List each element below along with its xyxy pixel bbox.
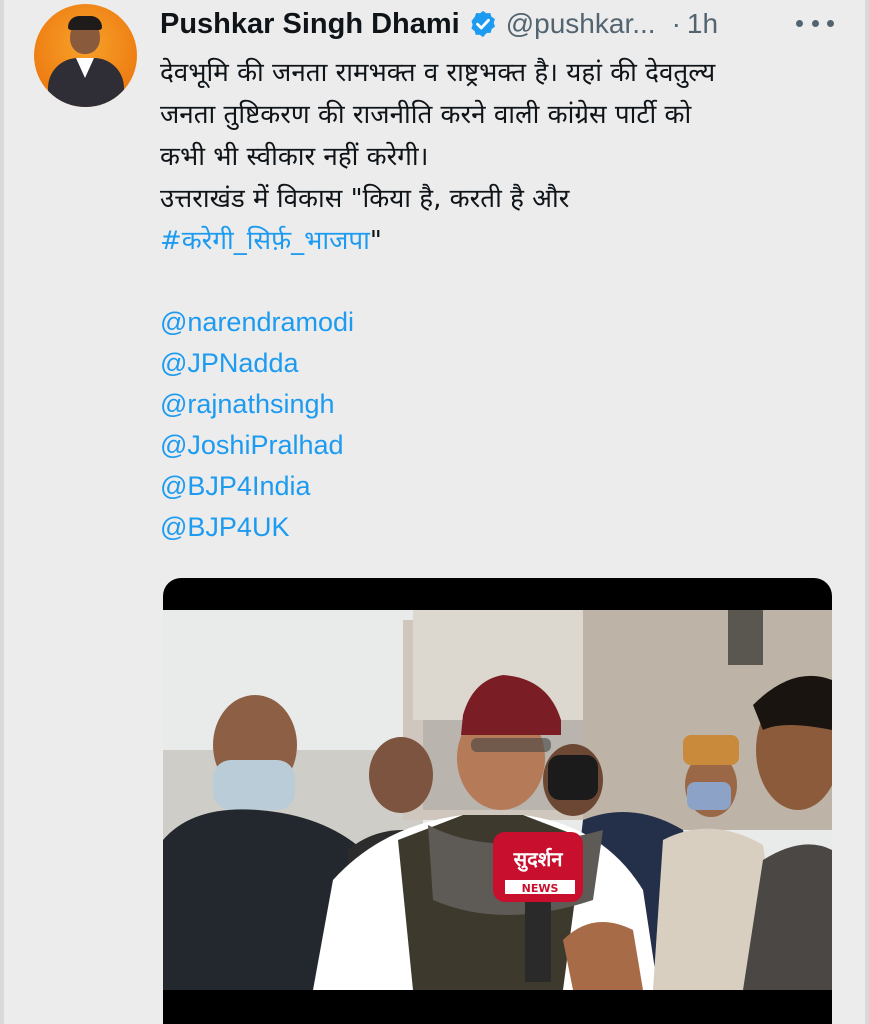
mention-link[interactable]: @narendramodi	[160, 302, 354, 343]
media-photo: सुदर्शन NEWS	[163, 610, 832, 990]
screen-border-right	[865, 0, 869, 1024]
more-dot	[811, 19, 819, 27]
hashtag-link[interactable]: #करेगी_सिर्फ़_भाजपा	[160, 226, 370, 256]
mention-link[interactable]: @BJP4India	[160, 466, 354, 507]
author-display-name[interactable]: Pushkar Singh Dhami	[160, 8, 460, 41]
tweet-media[interactable]: सुदर्शन NEWS	[163, 578, 832, 1024]
mention-link[interactable]: @JPNadda	[160, 343, 354, 384]
mic-sub-text: NEWS	[522, 882, 559, 895]
mention-link[interactable]: @rajnathsingh	[160, 384, 354, 425]
mic-brand-text: सुदर्शन	[513, 847, 564, 872]
verified-badge-icon[interactable]	[468, 9, 498, 39]
mentions-list: @narendramodi @JPNadda @rajnathsingh @Jo…	[160, 302, 354, 548]
tweet-header: Pushkar Singh Dhami @pushkar... · 1h	[160, 4, 718, 44]
author-handle[interactable]: @pushkar...	[506, 8, 656, 40]
tweet-text-line: जनता तुष्टिकरण की राजनीति करने वाली कांग…	[160, 100, 692, 130]
tweet-text-line: देवभूमि की जनता रामभक्त व राष्ट्रभक्त है…	[160, 58, 716, 88]
more-dot	[796, 19, 803, 27]
author-avatar[interactable]	[34, 4, 137, 107]
tweet-text-line: उत्तराखंड में विकास "किया है, करती है और	[160, 184, 570, 214]
more-dot	[827, 19, 834, 27]
avatar-hair	[68, 16, 102, 30]
tweet-text-line-hashtag: #करेगी_सिर्फ़_भाजपा"	[160, 220, 820, 262]
tweet-text-line: कभी भी स्वीकार नहीं करेगी।	[160, 142, 429, 172]
tweet-timestamp[interactable]: 1h	[687, 8, 718, 40]
more-options-icon[interactable]	[796, 14, 834, 32]
tweet-body: देवभूमि की जनता रामभक्त व राष्ट्रभक्त है…	[160, 52, 820, 262]
mention-link[interactable]: @BJP4UK	[160, 507, 354, 548]
separator-dot: ·	[671, 8, 681, 39]
closing-quote: "	[369, 226, 382, 256]
mention-link[interactable]: @JoshiPralhad	[160, 425, 354, 466]
